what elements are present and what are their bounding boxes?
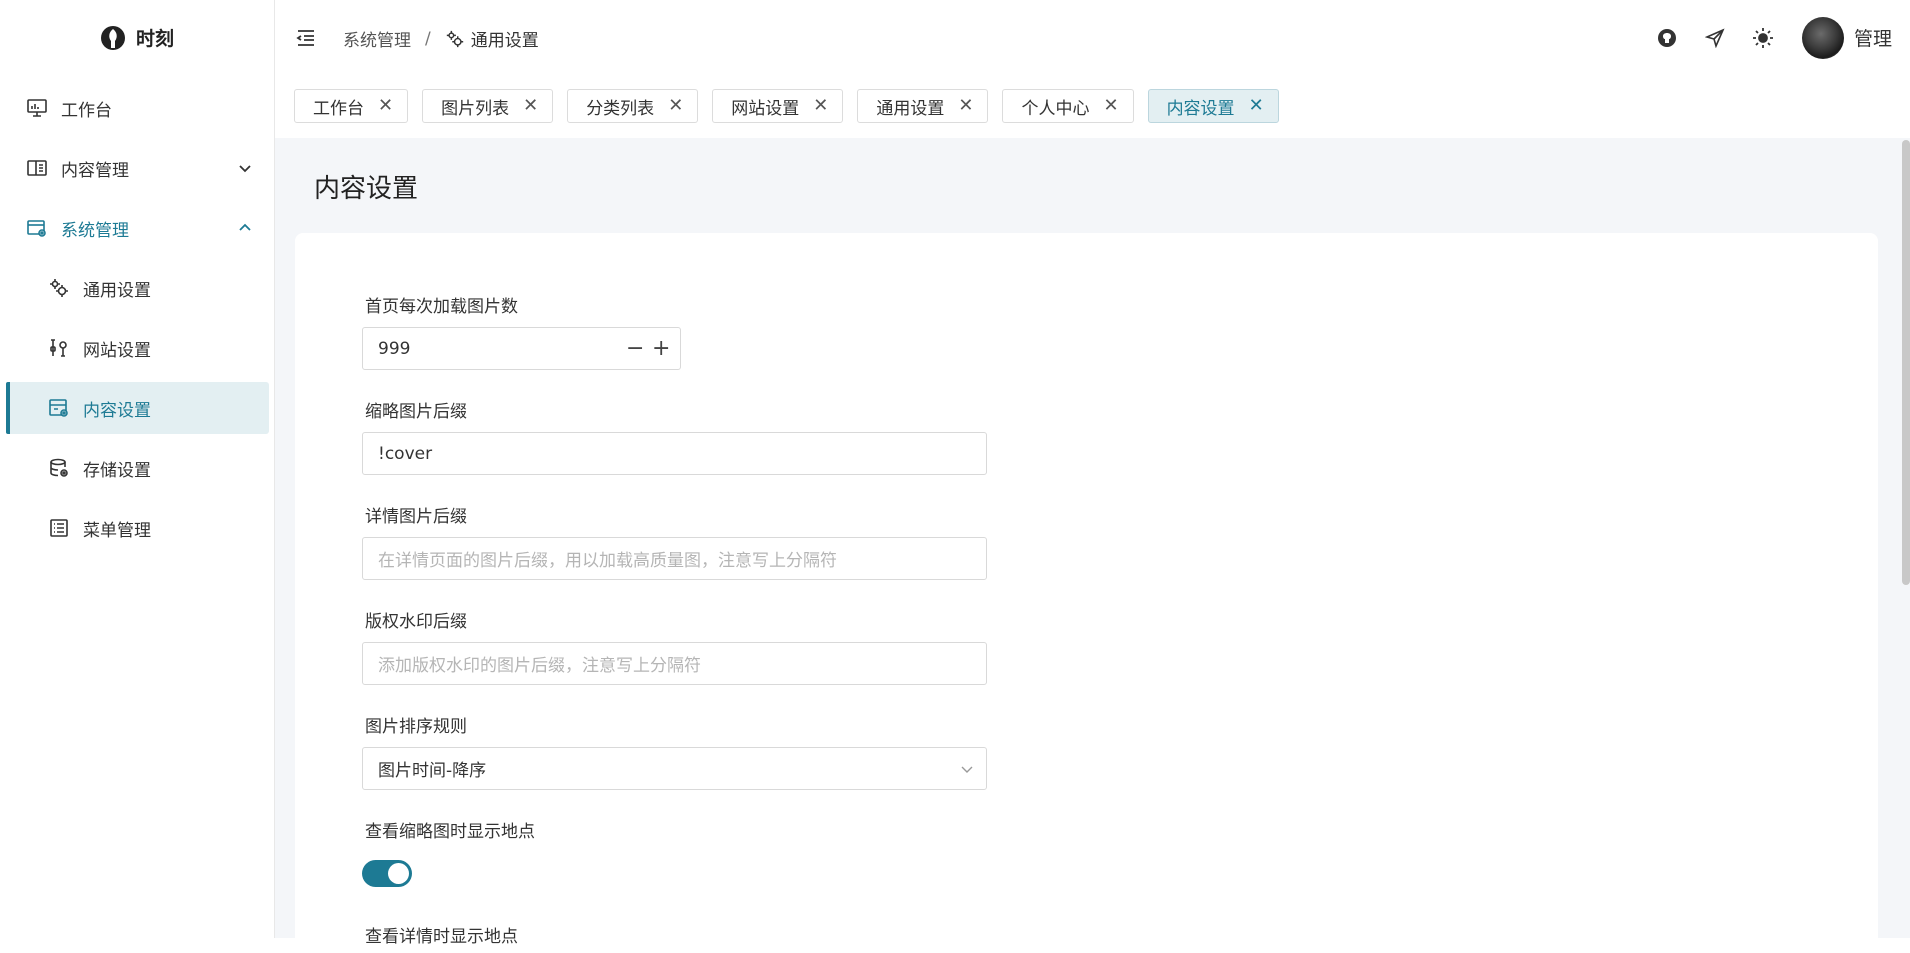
input-value: !cover	[378, 443, 433, 464]
field-label: 首页每次加载图片数	[365, 297, 518, 317]
database-icon	[47, 456, 71, 480]
close-icon[interactable]: ✕	[668, 97, 683, 115]
field-label: 详情图片后缀	[365, 507, 467, 527]
sidebar-item-content-settings[interactable]: 内容设置	[6, 382, 269, 434]
close-icon[interactable]: ✕	[1103, 97, 1118, 115]
close-icon[interactable]: ✕	[1249, 97, 1264, 115]
tab-label: 网站设置	[731, 98, 800, 119]
sun-icon[interactable]	[1752, 27, 1774, 49]
sidebar-item-storage-settings[interactable]: 存储设置	[6, 442, 269, 494]
field-label: 缩略图片后缀	[365, 402, 467, 422]
monitor-icon	[25, 96, 49, 120]
field-label: 图片排序规则	[365, 717, 467, 737]
tab-label: 工作台	[313, 98, 364, 119]
sidebar-item-workbench[interactable]: 工作台	[6, 82, 269, 134]
field-label: 查看详情时显示地点	[365, 927, 518, 947]
settings-card: 首页每次加载图片数 999 − + 缩略图片后缀 !cover 详情图片后缀 在…	[295, 233, 1878, 953]
close-icon[interactable]: ✕	[813, 97, 828, 115]
select-value: 图片时间-降序	[378, 761, 487, 781]
field-label: 版权水印后缀	[365, 612, 467, 632]
send-icon[interactable]	[1704, 27, 1726, 49]
tab-label: 分类列表	[586, 98, 655, 119]
tab-bar: 工作台 ✕ 图片列表 ✕ 分类列表 ✕ 网站设置 ✕ 通用设置 ✕ 个人中心 ✕ 内容设置 ✕	[294, 89, 1279, 123]
tab-general-settings[interactable]: 通用设置 ✕	[857, 89, 989, 123]
sort-rule-select[interactable]: 图片时间-降序	[362, 747, 987, 790]
sidebar-item-general-settings[interactable]: 通用设置	[6, 262, 269, 314]
close-icon[interactable]: ✕	[523, 97, 538, 115]
list-icon	[47, 516, 71, 540]
gears-icon	[47, 276, 71, 300]
content-settings-icon	[47, 396, 71, 420]
plus-icon[interactable]: +	[652, 338, 670, 360]
input-placeholder: 添加版权水印的图片后缀，注意写上分隔符	[378, 656, 701, 676]
gears-icon	[446, 30, 463, 47]
app-name: 时刻	[135, 28, 174, 50]
chevron-up-icon	[239, 223, 251, 231]
stepper-value: 999	[378, 338, 411, 359]
github-icon[interactable]	[1656, 27, 1678, 49]
sidebar: 时刻 工作台 内容管理 系统管理 通用设置 网站设置 内容设置 存储设置 菜单管…	[0, 0, 275, 938]
sidebar-item-website-settings[interactable]: 网站设置	[6, 322, 269, 374]
sidebar-item-label: 内容管理	[61, 160, 129, 181]
sidebar-item-content-management[interactable]: 内容管理	[6, 142, 269, 194]
tab-label: 通用设置	[876, 98, 945, 119]
sidebar-item-label: 菜单管理	[83, 520, 151, 541]
header-actions: 管理	[1656, 0, 1910, 75]
chevron-down-icon	[961, 766, 973, 773]
page-title: 内容设置	[314, 174, 419, 204]
breadcrumb: 系统管理 / 通用设置	[343, 26, 539, 52]
tab-image-list[interactable]: 图片列表 ✕	[422, 89, 554, 123]
sidebar-item-label: 内容设置	[83, 400, 151, 421]
tab-label: 个人中心	[1021, 98, 1090, 119]
detail-suffix-input[interactable]: 在详情页面的图片后缀，用以加载高质量图，注意写上分隔符	[362, 537, 987, 580]
tab-label: 内容设置	[1166, 98, 1235, 119]
logo-icon	[100, 25, 125, 50]
breadcrumb-current[interactable]: 通用设置	[445, 26, 539, 51]
breadcrumb-item[interactable]: 系统管理	[343, 26, 411, 51]
images-per-load-stepper[interactable]: 999 − +	[362, 327, 681, 370]
tools-icon	[47, 336, 71, 360]
header: 系统管理 / 通用设置 管理	[275, 0, 1910, 75]
tab-category-list[interactable]: 分类列表 ✕	[567, 89, 699, 123]
sidebar-item-label: 存储设置	[83, 460, 151, 481]
chevron-down-icon	[239, 165, 251, 173]
tab-label: 图片列表	[441, 98, 510, 119]
sidebar-item-label: 系统管理	[61, 220, 129, 241]
username[interactable]: 管理	[1854, 24, 1892, 51]
toggle-knob	[388, 863, 409, 884]
input-placeholder: 在详情页面的图片后缀，用以加载高质量图，注意写上分隔符	[378, 551, 837, 571]
content-icon	[25, 156, 49, 180]
breadcrumb-separator: /	[425, 28, 431, 49]
thumbnail-location-toggle[interactable]	[362, 860, 412, 887]
tab-website-settings[interactable]: 网站设置 ✕	[712, 89, 844, 123]
sidebar-item-label: 工作台	[61, 100, 112, 121]
field-label: 查看缩略图时显示地点	[365, 822, 535, 842]
scrollbar[interactable]	[1902, 140, 1910, 585]
minus-icon[interactable]: −	[626, 338, 644, 360]
tab-workbench[interactable]: 工作台 ✕	[294, 89, 409, 123]
sidebar-item-system-management[interactable]: 系统管理	[6, 202, 269, 254]
logo: 时刻	[0, 0, 274, 75]
sidebar-item-label: 网站设置	[83, 340, 151, 361]
sidebar-item-menu-management[interactable]: 菜单管理	[6, 502, 269, 554]
thumbnail-suffix-input[interactable]: !cover	[362, 432, 987, 475]
tab-content-settings[interactable]: 内容设置 ✕	[1147, 89, 1279, 123]
collapse-menu-icon[interactable]	[295, 27, 317, 49]
close-icon[interactable]: ✕	[378, 97, 393, 115]
breadcrumb-current-label: 通用设置	[470, 31, 539, 51]
watermark-suffix-input[interactable]: 添加版权水印的图片后缀，注意写上分隔符	[362, 642, 987, 685]
close-icon[interactable]: ✕	[958, 97, 973, 115]
sidebar-item-label: 通用设置	[83, 280, 151, 301]
tab-personal-center[interactable]: 个人中心 ✕	[1002, 89, 1134, 123]
avatar[interactable]	[1801, 16, 1844, 59]
main-content: 内容设置 首页每次加载图片数 999 − + 缩略图片后缀 !cover 详情图…	[275, 138, 1910, 953]
system-icon	[25, 216, 49, 240]
